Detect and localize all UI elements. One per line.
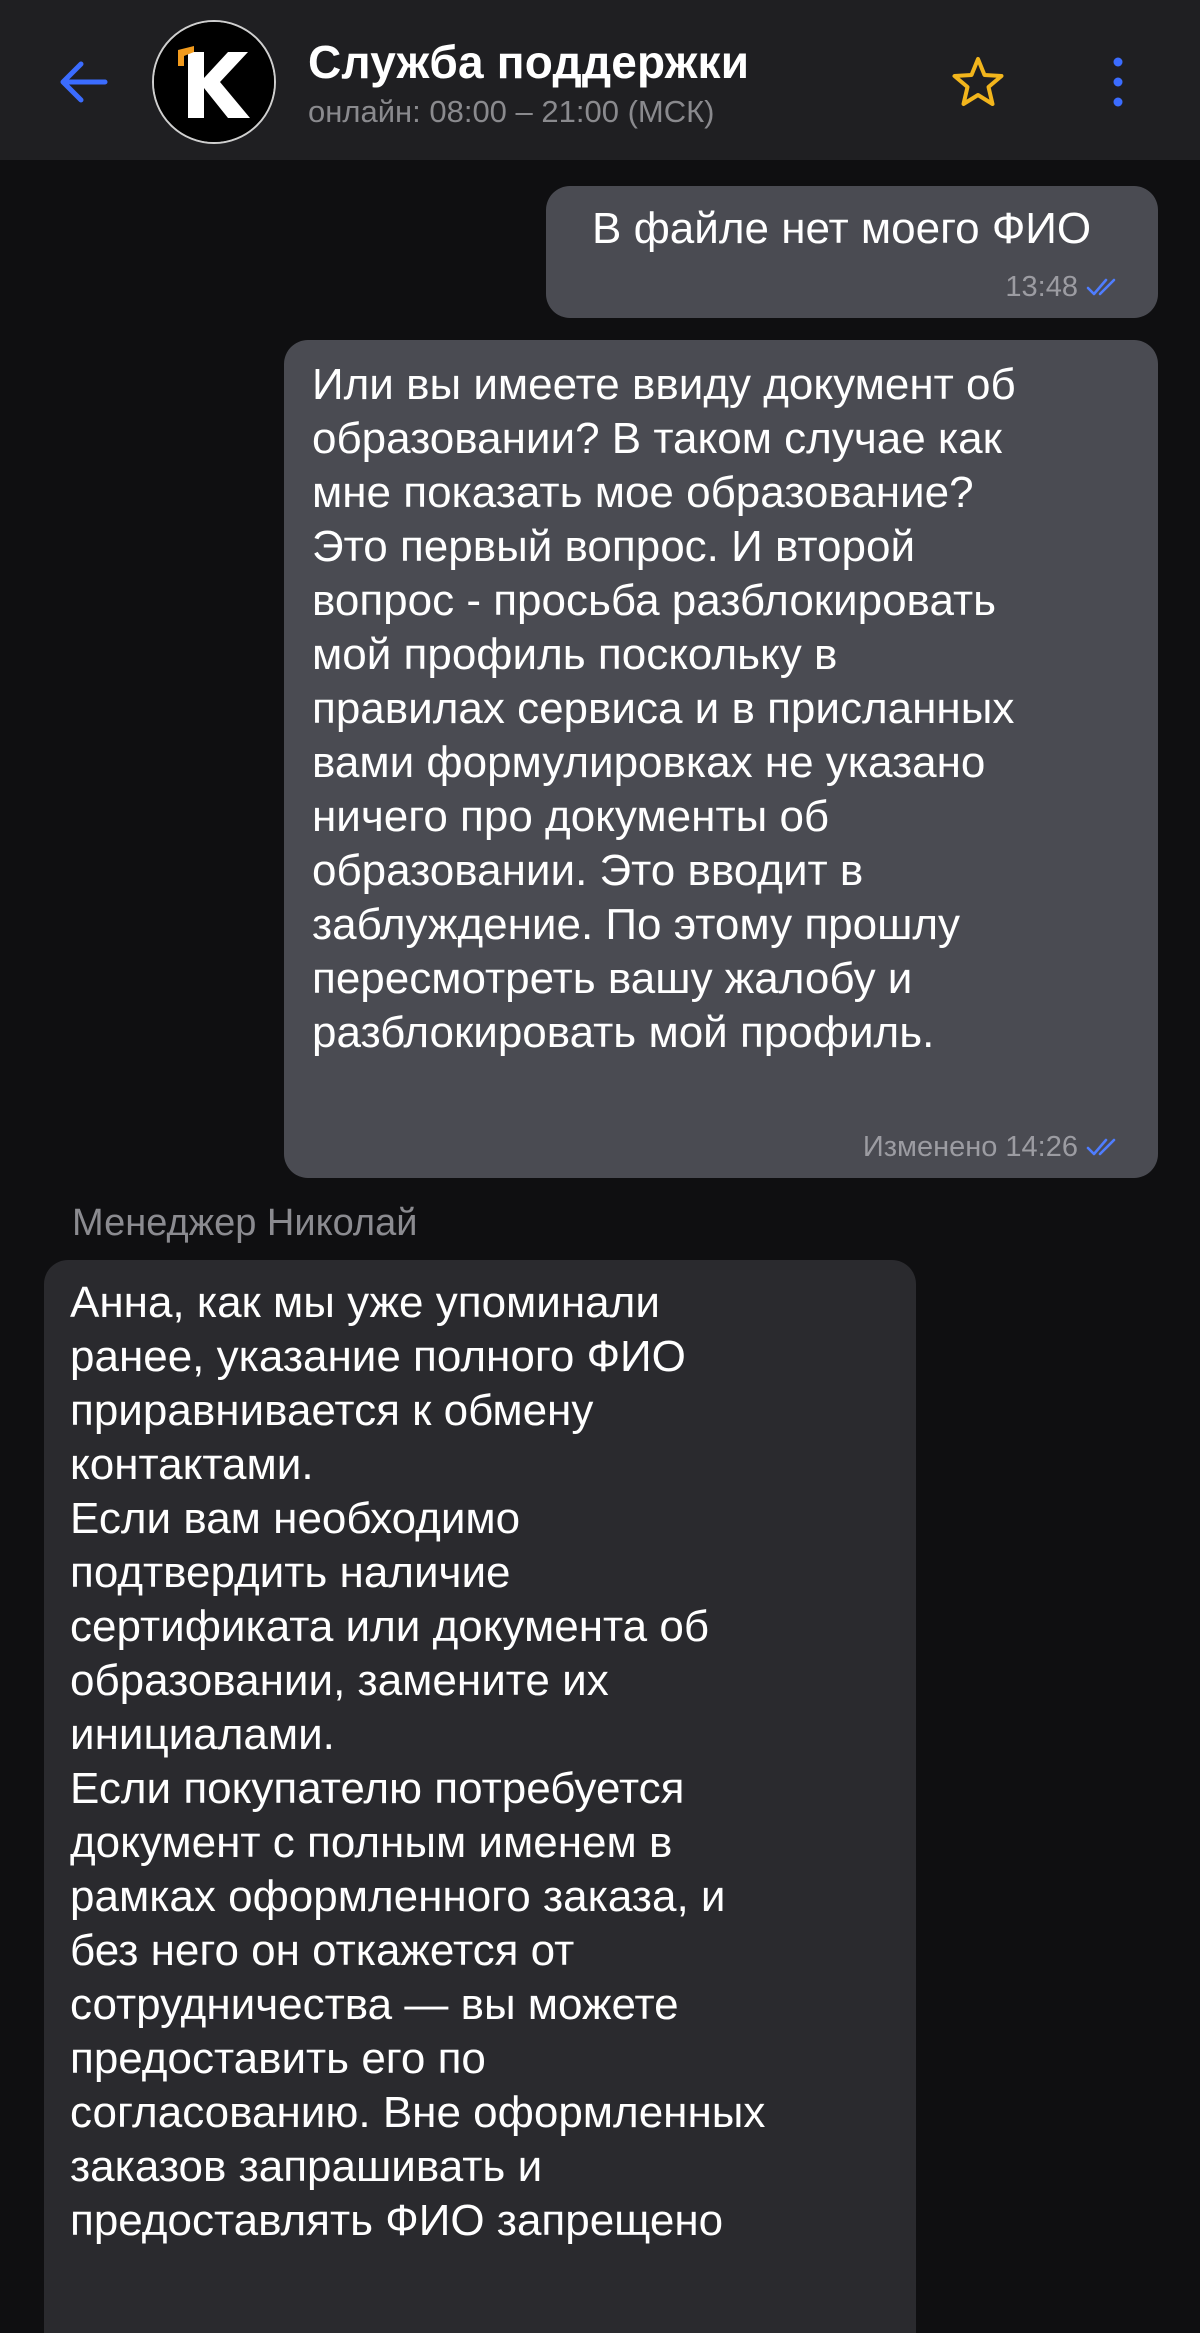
- chat-screen: Служба поддержки онлайн: 08:00 – 21:00 (…: [0, 0, 1200, 2333]
- kwork-logo-icon: [154, 22, 274, 142]
- message-text: Или вы имеете ввиду документ об образова…: [312, 360, 1016, 1057]
- message-bubble-outgoing[interactable]: В файле нет моего ФИО 13:48: [546, 186, 1158, 318]
- avatar[interactable]: [152, 20, 276, 144]
- more-menu-button[interactable]: [1088, 50, 1148, 114]
- chat-header: Служба поддержки онлайн: 08:00 – 21:00 (…: [0, 0, 1200, 160]
- double-check-icon: [1086, 1138, 1116, 1156]
- sender-name: Менеджер Николай: [72, 1202, 418, 1244]
- online-status: онлайн: 08:00 – 21:00 (МСК): [308, 94, 715, 129]
- message-meta: 13:48: [1005, 270, 1126, 304]
- message-meta: Изменено 14:26: [863, 1130, 1126, 1164]
- star-icon: [952, 57, 1004, 106]
- back-button[interactable]: [48, 50, 118, 114]
- double-check-icon: [1086, 278, 1116, 296]
- arrow-left-icon: [60, 61, 108, 103]
- message-bubble-outgoing[interactable]: Или вы имеете ввиду документ об образова…: [284, 340, 1158, 1178]
- favorite-button[interactable]: [948, 52, 1008, 112]
- chat-title-block[interactable]: Служба поддержки онлайн: 08:00 – 21:00 (…: [308, 34, 749, 132]
- message-time: Изменено 14:26: [862, 1131, 1078, 1163]
- message-text: Анна, как мы уже упоминали ранее, указан…: [70, 1278, 766, 2245]
- message-text: В файле нет моего ФИО: [592, 204, 1092, 253]
- message-time: 13:48: [1005, 271, 1078, 303]
- chat-title: Служба поддержки: [308, 36, 750, 88]
- more-vertical-icon: [1113, 57, 1123, 107]
- message-bubble-incoming[interactable]: Анна, как мы уже упоминали ранее, указан…: [44, 1260, 916, 2333]
